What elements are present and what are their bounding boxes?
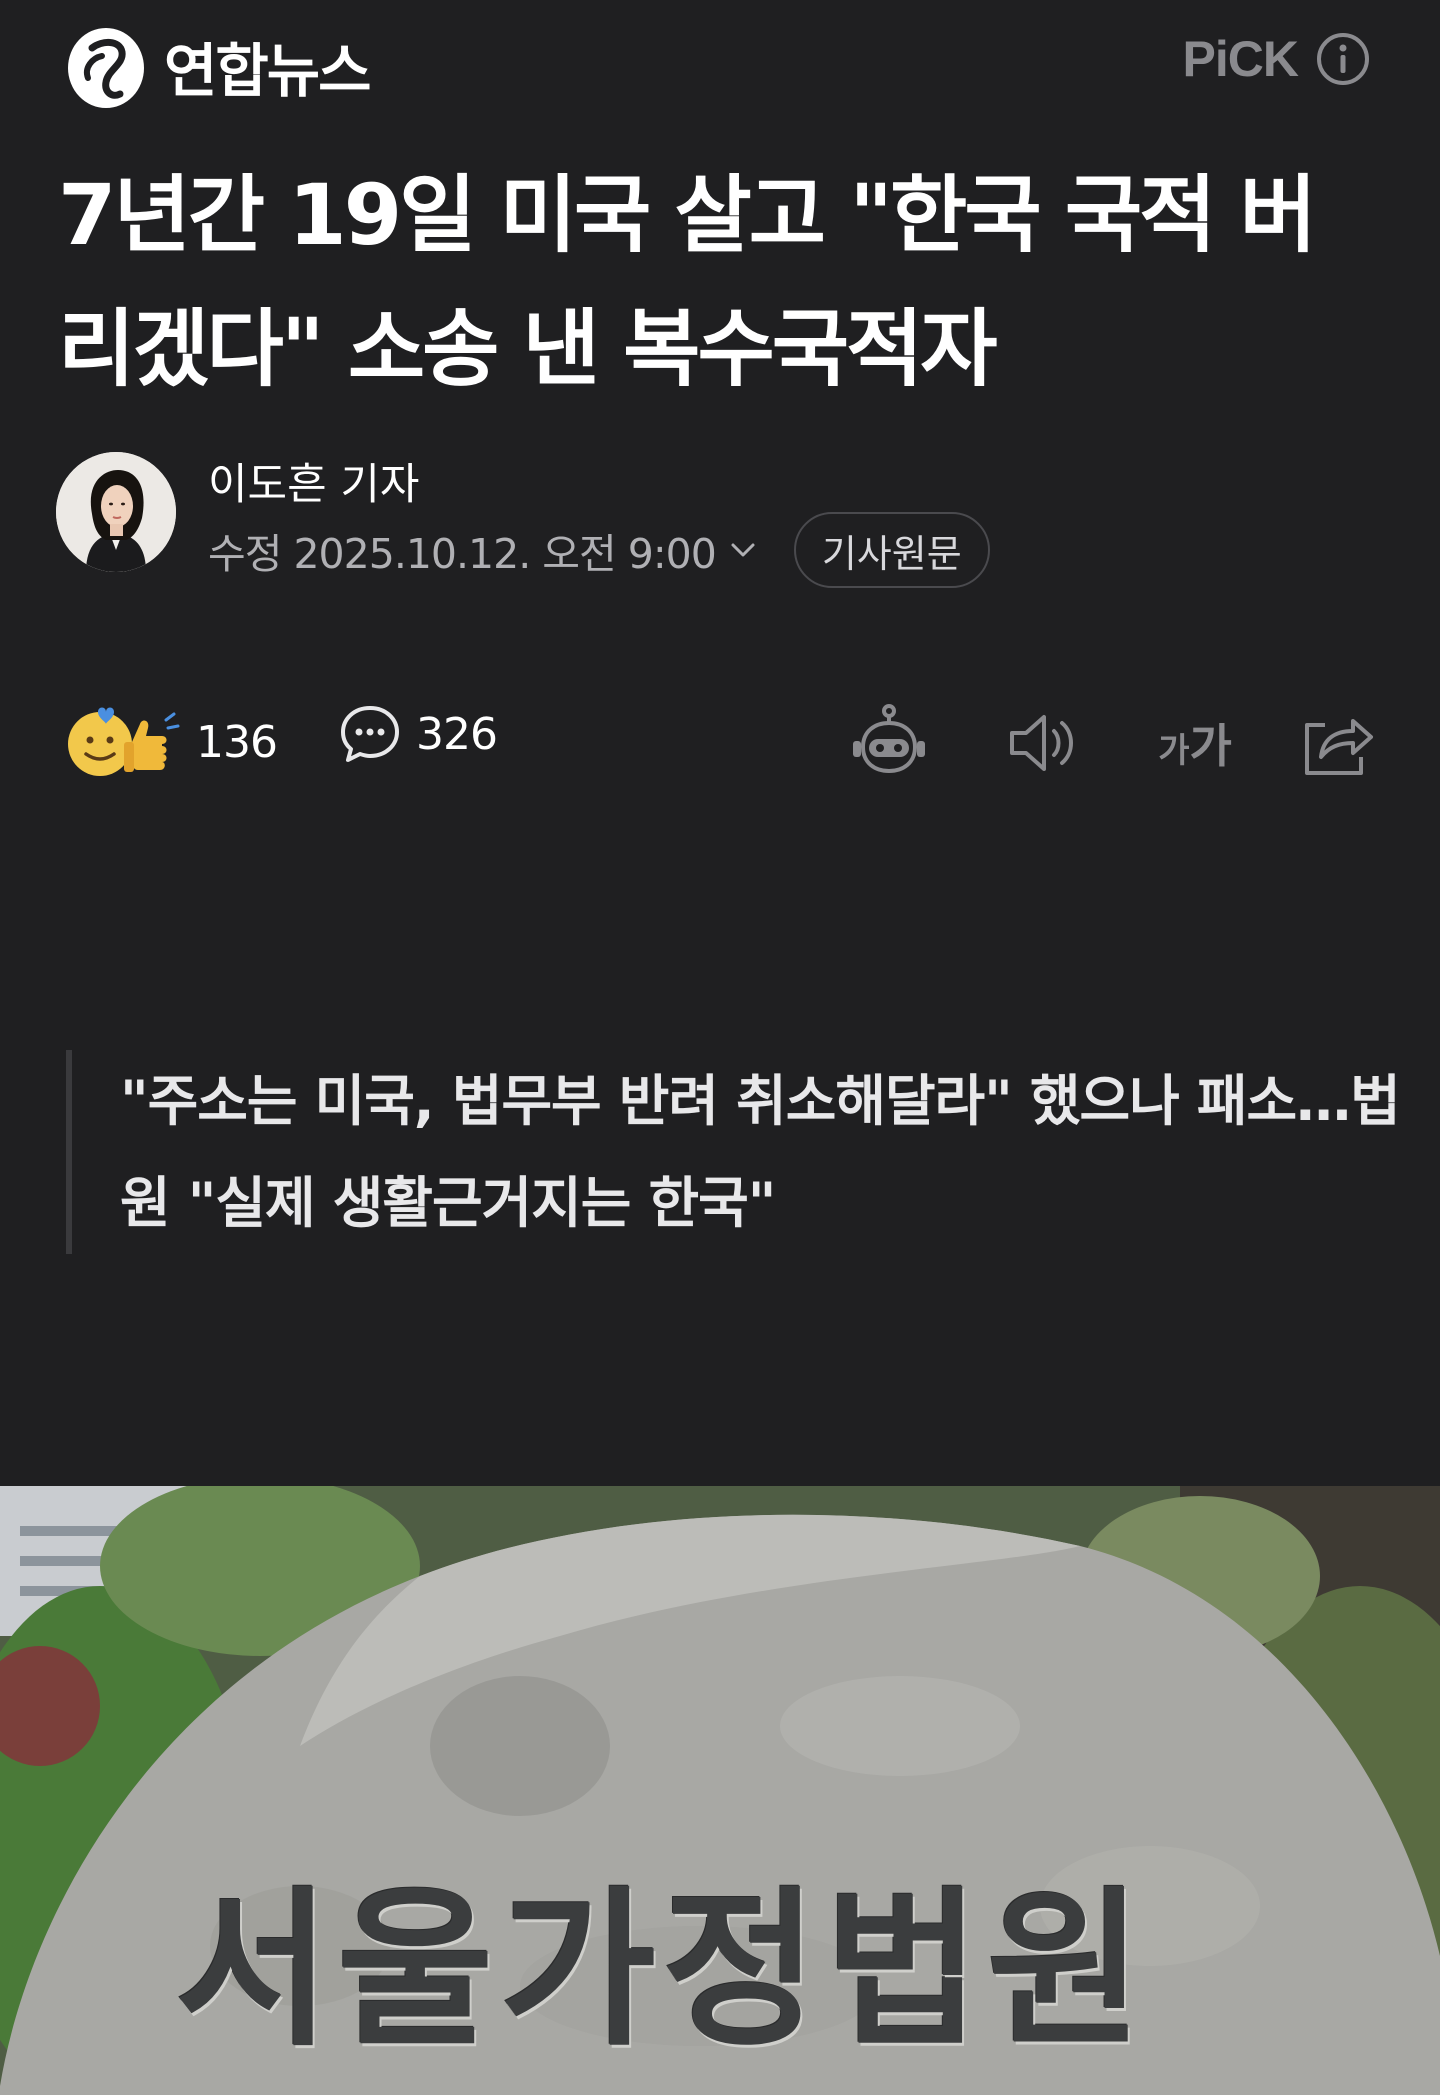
article-date: 수정 2025.10.12. 오전 9:00: [208, 530, 717, 578]
article-subheadline: "주소는 미국, 법무부 반려 취소해달라" 했으나 패소…법원 "실제 생활근…: [66, 1050, 1410, 1254]
reaction-button[interactable]: 136: [62, 702, 278, 782]
comments-button[interactable]: 326: [338, 702, 498, 766]
author-avatar[interactable]: [56, 452, 176, 572]
chevron-down-icon[interactable]: [726, 533, 760, 567]
summary-bot-button[interactable]: [846, 700, 932, 786]
share-icon: [1305, 719, 1373, 775]
pick-label: PiCK: [1182, 31, 1299, 87]
reaction-count: 136: [196, 716, 278, 768]
share-button[interactable]: [1294, 700, 1380, 786]
comment-count: 326: [416, 708, 498, 760]
comment-icon: [341, 706, 399, 762]
original-article-button[interactable]: 기사원문: [793, 512, 990, 588]
date-row: 수정 2025.10.12. 오전 9:00 기사원문: [208, 512, 990, 588]
logo-text: 연합뉴스: [164, 37, 371, 105]
top-bar: 연합뉴스 PiCK: [0, 0, 1440, 130]
reaction-emoji-icon: [68, 707, 180, 776]
action-bar: 136 326 가가: [0, 690, 1440, 790]
font-size-button[interactable]: 가가: [1152, 700, 1238, 786]
info-icon[interactable]: [1316, 32, 1370, 86]
author-name[interactable]: 이도흔 기자: [208, 450, 419, 512]
pick-badge[interactable]: PiCK: [1183, 30, 1370, 88]
yonhap-logo-icon: [68, 28, 144, 108]
court-sign-text: 서울가정법원: [175, 1872, 1150, 2070]
font-size-icon: 가가: [1158, 719, 1232, 773]
speaker-icon: [1010, 715, 1073, 771]
article-headline: 7년간 19일 미국 살고 "한국 국적 버리겠다" 소송 낸 복수국적자: [58, 166, 1317, 398]
robot-icon: [853, 704, 925, 774]
yonhap-logo[interactable]: 연합뉴스: [62, 18, 371, 114]
avatar-portrait: [56, 452, 176, 572]
byline: 이도흔 기자 수정 2025.10.12. 오전 9:00 기사원문: [56, 450, 1356, 588]
text-to-speech-button[interactable]: [1001, 700, 1087, 786]
